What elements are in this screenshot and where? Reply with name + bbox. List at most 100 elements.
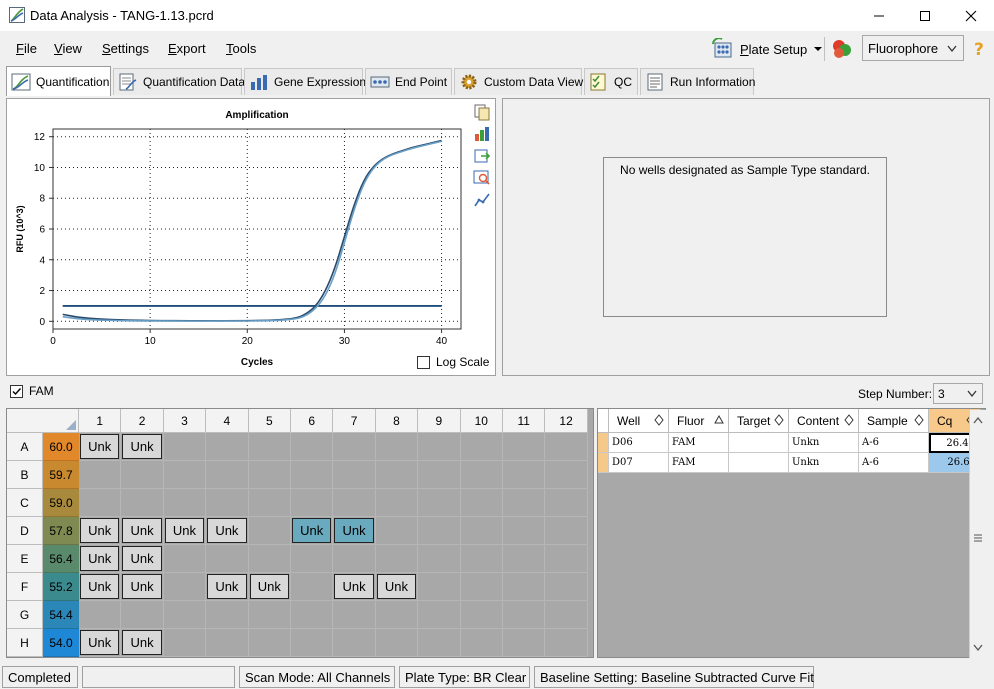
close-button[interactable] [948,0,994,31]
plate-well[interactable] [248,517,291,545]
plate-well[interactable] [503,573,546,601]
plate-well[interactable] [418,629,461,657]
well-unknown-A1[interactable]: Unk [80,434,120,459]
amplification-chart[interactable]: 0 10 20 30 40 0 2 4 6 8 10 12 Amplification Cycles RFU… [7,99,497,377]
plate-well[interactable] [291,601,334,629]
well-unknown-H2[interactable]: Unk [122,630,162,655]
well-unknown-A2[interactable]: Unk [122,434,162,459]
cell-fluor[interactable]: FAM [669,453,729,473]
plate-column-header[interactable]: 11 [503,409,546,433]
export-chart-icon[interactable] [473,147,491,165]
log-scale-checkbox[interactable] [417,355,430,369]
plate-well[interactable] [291,489,334,517]
plate-row-header[interactable]: D [7,517,43,545]
plate-column-header[interactable]: 5 [248,409,291,433]
plate-well[interactable] [460,573,503,601]
plate-well[interactable] [333,601,376,629]
row-selector[interactable] [598,453,609,473]
plate-well[interactable] [206,601,249,629]
plate-well[interactable] [418,461,461,489]
cell-content[interactable]: Unkn [789,433,859,453]
plate-well[interactable] [503,545,546,573]
plate-well[interactable] [121,489,164,517]
plate-well[interactable] [460,601,503,629]
plate-column-header[interactable]: 7 [333,409,376,433]
well-unknown-D4[interactable]: Unk [207,518,247,543]
plate-column-header[interactable]: 2 [121,409,164,433]
grid-vertical-scrollbar[interactable] [969,410,986,658]
plate-well[interactable] [460,629,503,657]
column-header-target[interactable]: Target [729,409,789,433]
plate-well[interactable] [545,601,588,629]
plate-row-header[interactable]: G [7,601,43,629]
plate-column-header[interactable]: 12 [545,409,588,433]
well-unknown-H1[interactable]: Unk [80,630,120,655]
plate-well[interactable] [163,545,207,573]
fluorophore-select[interactable]: Fluorophore [862,35,964,61]
maximize-button[interactable] [902,0,948,31]
menu-settings[interactable]: Settings [102,41,149,56]
well-unknown-D3[interactable]: Unk [164,518,205,543]
plate-well[interactable] [248,601,291,629]
plate-well[interactable] [375,433,419,461]
plate-well[interactable] [248,461,291,489]
zoom-icon[interactable] [473,169,491,187]
plate-well[interactable] [460,489,503,517]
well-unknown-F2[interactable]: Unk [122,574,162,599]
menu-file[interactable]: File [16,41,37,56]
plate-column-header[interactable]: 10 [460,409,503,433]
column-header-fluor[interactable]: Fluor [669,409,729,433]
plate-well[interactable] [375,601,419,629]
plate-column-header[interactable]: 8 [375,409,419,433]
plate-well[interactable] [121,461,164,489]
plate-row-header[interactable]: E [7,545,43,573]
fam-checkbox[interactable] [10,384,23,398]
plate-row-header[interactable]: B [7,461,43,489]
chart-options-icon[interactable] [473,125,491,143]
plate-well[interactable] [291,433,334,461]
tab-quantification[interactable]: Quantification [6,66,111,96]
cell-well[interactable]: D06 [609,433,669,453]
plate-well[interactable] [291,545,334,573]
cell-fluor[interactable]: FAM [669,433,729,453]
fam-toggle[interactable]: FAM [10,384,54,398]
plate-well[interactable] [418,489,461,517]
well-unknown-F5[interactable]: Unk [249,574,289,599]
menu-export[interactable]: Export [168,41,206,56]
step-number-select[interactable]: 3 [933,383,983,404]
tab-qc[interactable]: QC [584,68,638,95]
plate-well[interactable] [545,573,588,601]
well-unknown-D2[interactable]: Unk [122,518,162,543]
plate-well[interactable] [545,489,588,517]
plate-well[interactable] [503,461,546,489]
plate-well[interactable] [333,545,376,573]
plate-well[interactable] [163,433,207,461]
plate-well[interactable] [545,517,588,545]
well-unknown-E2[interactable]: Unk [122,546,162,571]
plate-well[interactable] [206,629,249,657]
plate-well[interactable] [375,545,419,573]
plate-well[interactable] [375,461,419,489]
plate-row-header[interactable]: F [7,573,43,601]
plate-well[interactable] [248,489,291,517]
well-unknown-D7[interactable]: Unk [334,518,374,543]
tab-end-point[interactable]: End Point [365,68,452,95]
plate-well[interactable] [248,629,291,657]
cell-sample[interactable]: A-6 [859,433,929,453]
scroll-up-icon[interactable] [973,416,983,424]
column-header-content[interactable]: Content [789,409,859,433]
plate-setup-button[interactable]: Plate Setup [712,37,823,61]
plate-well[interactable] [79,601,122,629]
tab-custom-data-view[interactable]: Custom Data View [454,68,583,95]
plate-well[interactable] [503,489,546,517]
plate-row-header[interactable]: C [7,489,43,517]
plate-well[interactable] [418,573,461,601]
well-group-icon[interactable] [830,38,854,60]
well-unknown-D1[interactable]: Unk [80,518,120,543]
scroll-down-icon[interactable] [973,644,983,652]
plate-well[interactable] [163,573,207,601]
plate-column-header[interactable]: 3 [163,409,207,433]
plate-well[interactable] [163,489,207,517]
plate-well[interactable] [545,545,588,573]
plate-well[interactable] [291,573,334,601]
